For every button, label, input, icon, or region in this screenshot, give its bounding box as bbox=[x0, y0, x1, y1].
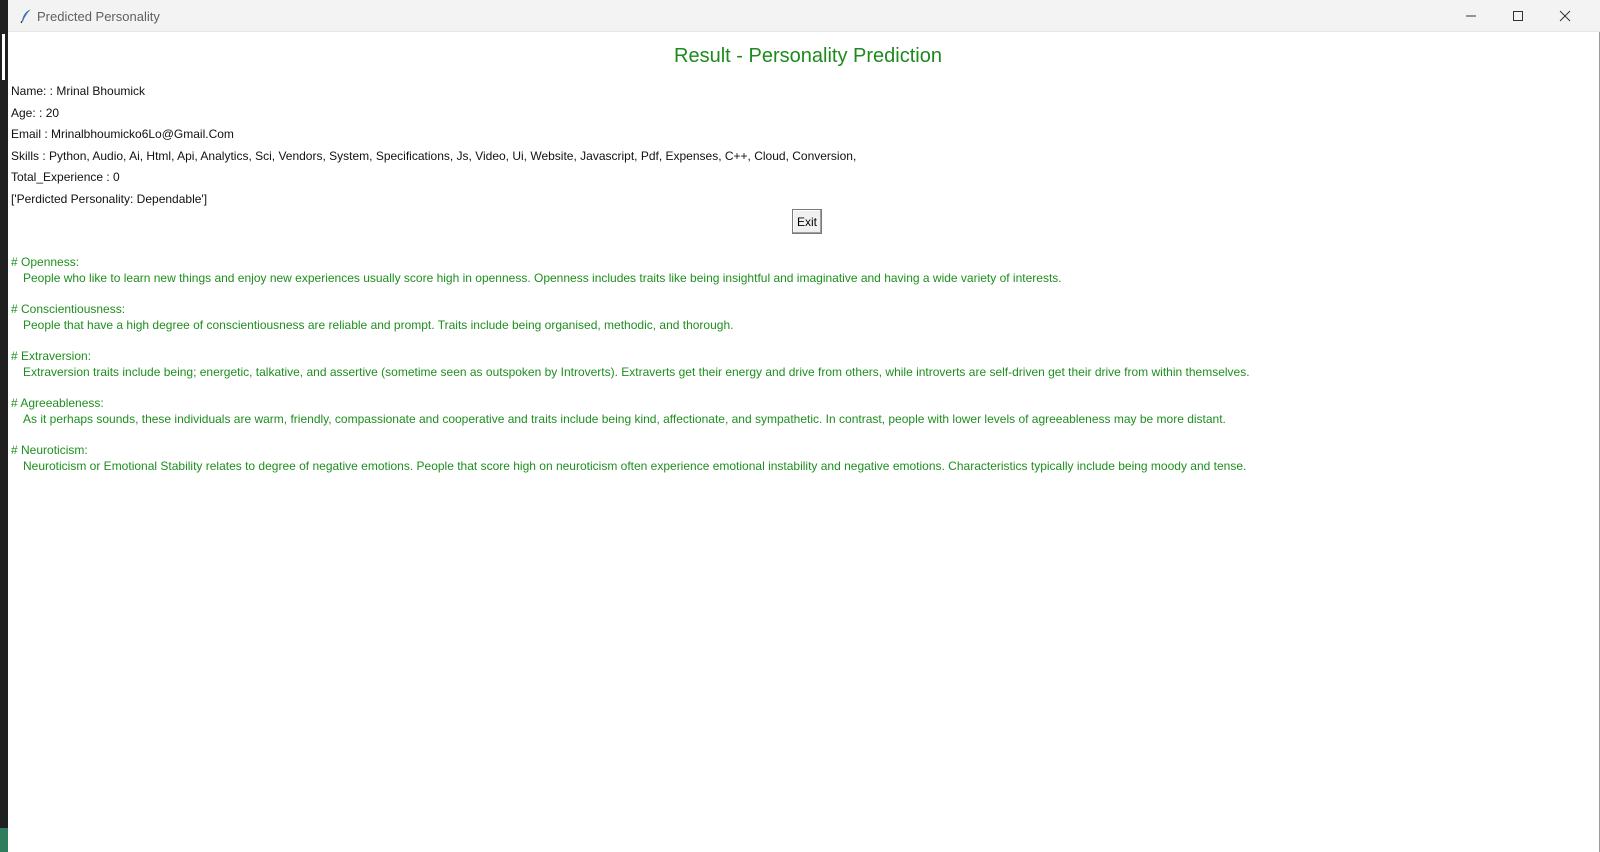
minimize-button[interactable] bbox=[1448, 0, 1494, 32]
feather-icon bbox=[18, 8, 34, 24]
close-button[interactable] bbox=[1542, 0, 1588, 32]
name-label: Name: : Mrinal Bhoumick bbox=[11, 84, 146, 98]
trait-description: Extraversion traits include being; energ… bbox=[23, 365, 1250, 379]
trait-extraversion: # Extraversion: Extraversion traits incl… bbox=[11, 348, 1250, 380]
desktop-edge-accent bbox=[0, 828, 8, 852]
trait-title: # Extraversion: bbox=[11, 349, 92, 363]
maximize-button[interactable] bbox=[1495, 0, 1541, 32]
trait-title: # Openness: bbox=[11, 255, 80, 269]
app-window: Predicted Personality Result - Personali… bbox=[8, 0, 1600, 852]
page-title: Result - Personality Prediction bbox=[674, 45, 942, 67]
skills-label: Skills : Python, Audio, Ai, Html, Api, A… bbox=[11, 149, 857, 163]
trait-title: # Conscientiousness: bbox=[11, 302, 126, 316]
trait-description: People who like to learn new things and … bbox=[23, 271, 1062, 285]
close-icon bbox=[1559, 10, 1571, 22]
trait-conscientiousness: # Conscientiousness: People that have a … bbox=[11, 301, 733, 333]
experience-label: Total_Experience : 0 bbox=[11, 170, 120, 184]
email-label: Email : Mrinalbhoumicko6Lo@Gmail.Com bbox=[11, 127, 234, 141]
result-panel: Result - Personality Prediction Name: : … bbox=[8, 32, 1600, 852]
title-bar[interactable]: Predicted Personality bbox=[8, 0, 1600, 32]
trait-description: As it perhaps sounds, these individuals … bbox=[23, 412, 1226, 426]
trait-description: People that have a high degree of consci… bbox=[23, 318, 734, 332]
trait-neuroticism: # Neuroticism: Neuroticism or Emotional … bbox=[11, 442, 1246, 474]
maximize-icon bbox=[1513, 11, 1523, 21]
prediction-label: ['Perdicted Personality: Dependable'] bbox=[11, 192, 208, 206]
trait-title: # Agreeableness: bbox=[11, 396, 104, 410]
trait-description: Neuroticism or Emotional Stability relat… bbox=[23, 459, 1247, 473]
exit-button[interactable]: Exit bbox=[792, 209, 822, 234]
age-label: Age: : 20 bbox=[11, 106, 60, 120]
desktop-edge-marker bbox=[2, 34, 5, 80]
trait-title: # Neuroticism: bbox=[11, 443, 88, 457]
window-title: Predicted Personality bbox=[37, 9, 160, 24]
desktop-edge bbox=[0, 0, 8, 852]
trait-agreeableness: # Agreeableness: As it perhaps sounds, t… bbox=[11, 395, 1226, 427]
trait-openness: # Openness: People who like to learn new… bbox=[11, 254, 1062, 286]
minimize-icon bbox=[1466, 15, 1476, 17]
